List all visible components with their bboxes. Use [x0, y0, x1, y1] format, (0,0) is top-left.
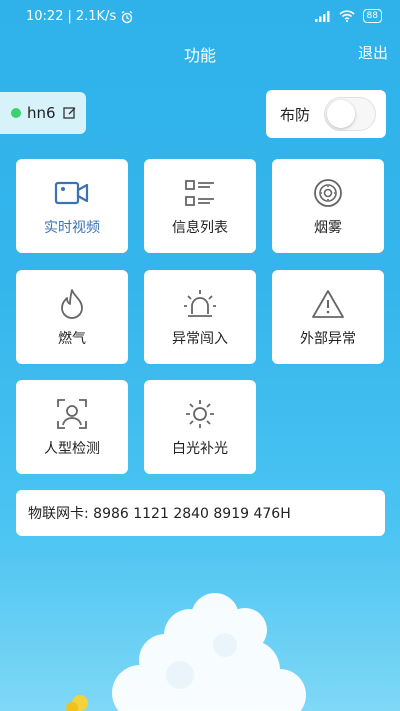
arm-toggle[interactable] [324, 97, 377, 131]
flower-decoration [66, 695, 88, 711]
battery-indicator: 88 [362, 9, 382, 23]
alarm-light-icon [182, 288, 218, 320]
status-right: 88 [314, 9, 382, 23]
tile-label: 烟雾 [314, 220, 342, 236]
title-bar: 功能 退出 [0, 38, 400, 66]
warning-icon [310, 288, 346, 320]
flame-icon [54, 288, 90, 320]
wifi-icon [338, 10, 355, 22]
tile-intrusion[interactable]: 异常闯入 [144, 270, 256, 364]
status-time: 10:22 [26, 9, 64, 24]
iot-card-info: 物联网卡: 8986 1121 2840 8919 476H [16, 490, 385, 536]
list-icon [182, 177, 218, 209]
device-name: hn6 [27, 104, 56, 122]
device-selector[interactable]: hn6 [0, 92, 86, 134]
cloud-decoration [66, 593, 306, 711]
status-left: 10:22 | 2.1K/s [26, 9, 134, 24]
tile-white-light[interactable]: 白光补光 [144, 380, 256, 474]
tile-label: 外部异常 [300, 331, 356, 347]
sun-icon [182, 398, 218, 430]
signal-icon [314, 11, 330, 22]
arm-label: 布防 [280, 105, 311, 124]
network-speed: 2.1K/s [75, 9, 117, 24]
tile-label: 人型检测 [44, 441, 100, 457]
tile-label: 白光补光 [172, 441, 228, 457]
tile-label: 异常闯入 [172, 331, 228, 347]
page-title: 功能 [183, 46, 216, 65]
online-status-dot [11, 108, 21, 118]
status-bar: 10:22 | 2.1K/s 88 [0, 0, 400, 34]
arm-panel: 布防 [266, 90, 386, 138]
status-divider: | [67, 9, 72, 24]
tile-label: 信息列表 [172, 220, 228, 236]
tile-smoke[interactable]: 烟雾 [272, 159, 384, 253]
tile-live-video[interactable]: 实时视频 [16, 159, 128, 253]
tile-external-alert[interactable]: 外部异常 [272, 270, 384, 364]
tile-info-list[interactable]: 信息列表 [144, 159, 256, 253]
edit-icon[interactable] [62, 106, 77, 120]
tile-label: 燃气 [58, 331, 86, 347]
logout-button[interactable]: 退出 [358, 42, 388, 63]
tile-gas[interactable]: 燃气 [16, 270, 128, 364]
tile-person-detect[interactable]: 人型检测 [16, 380, 128, 474]
alarm-clock-icon [121, 10, 133, 23]
tile-label: 实时视频 [44, 220, 100, 236]
person-detect-icon [54, 398, 90, 430]
video-camera-icon [54, 177, 90, 209]
smoke-detector-icon [310, 177, 346, 209]
toggle-knob [327, 100, 356, 128]
